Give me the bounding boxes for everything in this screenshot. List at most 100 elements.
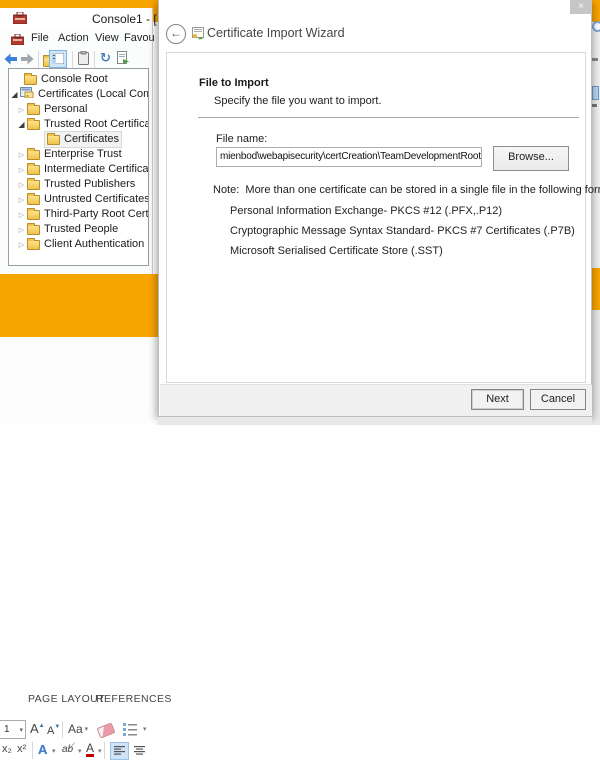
wizard-back-button[interactable]: ← <box>166 24 186 44</box>
bullet-list-icon <box>122 722 138 736</box>
wizard-page-heading: File to Import <box>199 77 269 89</box>
folder-icon <box>27 180 40 190</box>
highlight-color-button[interactable]: ab⁄ <box>62 744 73 755</box>
bullet-list-button[interactable] <box>122 722 138 741</box>
toolbar-separator <box>94 51 95 68</box>
tab-page-layout[interactable]: PAGE LAYOUT <box>28 693 105 705</box>
expander-open-icon[interactable] <box>9 87 20 102</box>
certificate-import-wizard-dialog: × ← Certificate Import Wizard File to Im… <box>158 0 592 417</box>
tree-item-certificates-local-computer[interactable]: Certificates (Local Comput <box>9 87 148 102</box>
folder-icon <box>27 195 40 205</box>
expander-open-icon[interactable] <box>16 117 27 132</box>
tree-item-personal[interactable]: Personal <box>9 102 148 117</box>
tree-item-label: Certificates (Local Comput <box>38 87 148 102</box>
tree-item-trusted-people[interactable]: Trusted People <box>9 222 148 237</box>
background-icon-fragment <box>592 58 598 61</box>
wizard-title: Certificate Import Wizard <box>207 26 345 40</box>
chevron-down-icon[interactable]: ▾ <box>98 747 102 755</box>
font-color-button[interactable]: A <box>86 742 94 757</box>
expander-closed-icon[interactable] <box>16 102 27 118</box>
expander-closed-icon[interactable] <box>16 162 27 178</box>
tree-item-untrusted-certificates[interactable]: Untrusted Certificates <box>9 192 148 207</box>
folder-icon <box>27 105 40 115</box>
show-console-tree-icon[interactable] <box>49 50 67 68</box>
background-orange-strip <box>592 0 600 22</box>
expander-closed-icon[interactable] <box>16 222 27 238</box>
selected-tree-item[interactable]: Certificates <box>44 131 122 148</box>
text-effects-button[interactable]: A <box>38 742 47 757</box>
expander-closed-icon[interactable] <box>16 237 27 253</box>
tree-item-third-party-root[interactable]: Third-Party Root Certif <box>9 207 148 222</box>
shrink-font-button[interactable]: A▼ <box>47 724 60 737</box>
menu-action[interactable]: Action <box>58 32 89 44</box>
note-text: Note: More than one certificate can be s… <box>213 184 600 196</box>
browse-button[interactable]: Browse... <box>493 146 569 171</box>
file-name-label: File name: <box>216 133 267 145</box>
tree-item-label: Untrusted Certificates <box>44 192 148 207</box>
file-name-input[interactable]: mienbod\webapisecurity\certCreation\Team… <box>216 147 482 167</box>
grow-font-button[interactable]: A▲ <box>30 721 45 736</box>
background-strip-below-dialog <box>158 417 592 425</box>
tree-item-console-root[interactable]: Console Root <box>9 72 148 87</box>
background-circle-icon <box>592 21 600 32</box>
chevron-down-icon[interactable]: ▾ <box>52 747 56 755</box>
menu-file[interactable]: File <box>31 32 49 44</box>
chevron-down-icon[interactable]: ▾ <box>143 725 147 733</box>
mmc-console-window: Console1 - [ File Action View Favou ↻ <box>0 8 153 274</box>
certificate-wizard-icon <box>190 27 204 45</box>
background-gray-area <box>592 310 600 425</box>
tab-references[interactable]: REFERENCES <box>96 693 172 705</box>
chevron-down-icon[interactable]: ▾ <box>19 722 23 739</box>
console-title-bar[interactable]: Console1 - [ <box>0 8 152 30</box>
cancel-button[interactable]: Cancel <box>530 389 586 410</box>
separator-line <box>198 117 579 118</box>
font-size-combo[interactable]: 1 ▾ <box>0 720 26 739</box>
expander-closed-icon[interactable] <box>16 147 27 163</box>
tree-item-label: Certificates <box>64 132 119 147</box>
ribbon-separator <box>32 742 33 759</box>
folder-icon <box>24 75 37 85</box>
next-button[interactable]: Next <box>471 389 524 410</box>
mmc-app-icon <box>13 11 27 29</box>
wizard-button-bar: Next Cancel <box>160 384 592 416</box>
folder-icon <box>27 150 40 160</box>
close-icon[interactable]: × <box>570 0 592 14</box>
caret-up-icon: ▲ <box>39 723 45 729</box>
clear-formatting-eraser-icon[interactable] <box>97 722 116 738</box>
tree-item-label: Console Root <box>41 72 108 87</box>
folder-icon <box>47 135 60 145</box>
align-center-button[interactable] <box>130 742 149 760</box>
background-window-edge <box>592 0 600 425</box>
format-item-pfx: Personal Information Exchange- PKCS #12 … <box>230 205 502 217</box>
folder-icon <box>27 240 40 250</box>
change-case-label: Aa <box>68 722 83 736</box>
tree-item-client-authentication[interactable]: Client Authentication Is <box>9 237 148 252</box>
tree-item-trusted-publishers[interactable]: Trusted Publishers <box>9 177 148 192</box>
tree-item-enterprise-trust[interactable]: Enterprise Trust <box>9 147 148 162</box>
menu-view[interactable]: View <box>95 32 119 44</box>
change-case-button[interactable]: Aa ▾ <box>68 722 88 736</box>
console-menu-bar: File Action View Favou <box>0 30 152 48</box>
tree-item-intermediate-certification[interactable]: Intermediate Certificati <box>9 162 148 177</box>
folder-icon <box>27 225 40 235</box>
tree-item-label: Trusted Publishers <box>44 177 135 192</box>
grow-font-label: A <box>30 721 39 736</box>
expander-closed-icon[interactable] <box>16 207 27 223</box>
refresh-icon[interactable]: ↻ <box>100 50 111 66</box>
tree-item-label: Trusted Root Certificati <box>44 117 148 132</box>
menu-favourites[interactable]: Favou <box>124 32 155 44</box>
tree-item-certificates-selected[interactable]: Certificates <box>9 132 148 147</box>
superscript-button[interactable]: x² <box>17 743 26 755</box>
expander-closed-icon[interactable] <box>16 192 27 208</box>
expander-closed-icon[interactable] <box>16 177 27 193</box>
folder-icon <box>27 165 40 175</box>
tree-item-trusted-root-certification[interactable]: Trusted Root Certificati <box>9 117 148 132</box>
caret-down-icon: ▼ <box>54 724 60 730</box>
toolbar-separator <box>38 51 39 68</box>
wizard-page-subheading: Specify the file you want to import. <box>214 95 382 107</box>
subscript-button[interactable]: x₂ <box>2 743 12 755</box>
align-left-button[interactable] <box>110 742 129 760</box>
certificate-store-icon <box>20 87 34 103</box>
chevron-down-icon[interactable]: ▾ <box>78 747 82 755</box>
background-orange-block <box>0 274 158 337</box>
